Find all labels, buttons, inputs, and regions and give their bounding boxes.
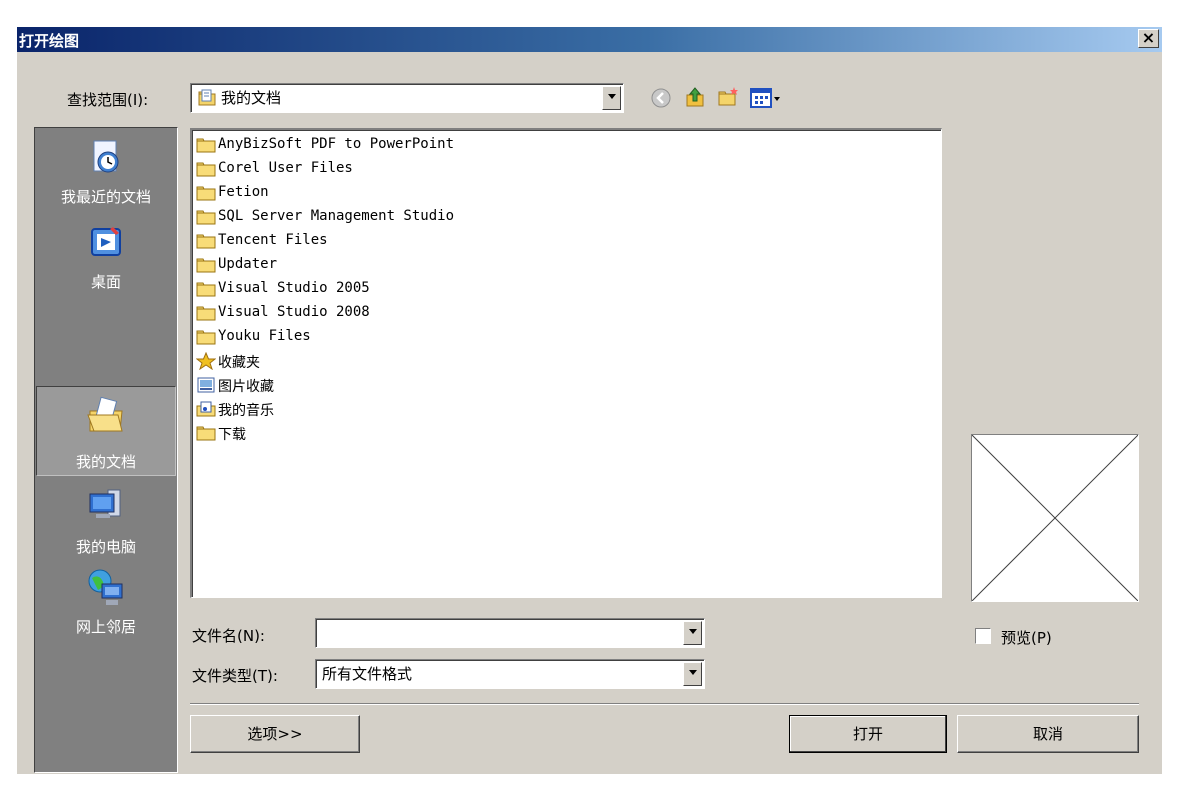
file-name: 收藏夹 — [218, 355, 260, 371]
look-in-label: 查找范围(I): — [67, 91, 149, 109]
file-name: Tencent Files — [218, 232, 328, 248]
back-icon[interactable] — [649, 86, 673, 110]
network-places-icon — [88, 569, 123, 605]
file-type-value: 所有文件格式 — [322, 665, 413, 683]
file-name: Corel User Files — [218, 160, 353, 176]
folder-icon — [196, 282, 216, 297]
folder-icon — [196, 138, 216, 153]
pictures-folder-icon — [197, 377, 215, 393]
file-name-label: 文件名(N): — [192, 627, 265, 645]
music-folder-icon — [196, 401, 216, 417]
file-name: Youku Files — [218, 328, 311, 344]
recent-documents-icon — [93, 140, 119, 173]
open-button[interactable]: 打开 — [789, 715, 947, 753]
chevron-down-icon[interactable] — [683, 621, 702, 645]
open-drawing-dialog: 打开绘图 × 查找范围(I): 我的文档 我最近的文档 桌面 我的文档 我的电脑… — [17, 27, 1162, 774]
up-folder-icon[interactable] — [683, 85, 707, 109]
file-name: SQL Server Management Studio — [218, 208, 455, 224]
file-name: 图片收藏 — [218, 379, 274, 395]
file-name: Visual Studio 2008 — [218, 304, 370, 320]
folder-icon — [196, 330, 216, 345]
place-my-documents[interactable]: 我的文档 — [36, 386, 176, 476]
file-type-label: 文件类型(T): — [192, 667, 278, 685]
preview-pane — [971, 434, 1139, 602]
folder-icon — [196, 426, 216, 441]
my-documents-icon — [87, 396, 123, 432]
place-label: 我最近的文档 — [60, 188, 151, 206]
place-my-computer[interactable]: 我的电脑 — [36, 486, 176, 564]
new-folder-icon[interactable] — [716, 85, 740, 109]
my-documents-small-icon — [198, 89, 216, 106]
chevron-down-icon[interactable] — [683, 662, 702, 686]
folder-icon — [196, 234, 216, 249]
folder-icon — [196, 258, 216, 273]
look-in-dropdown[interactable]: 我的文档 — [190, 83, 624, 113]
folder-icon — [196, 306, 216, 321]
options-button[interactable]: 选项>> — [190, 715, 360, 753]
chevron-down-icon[interactable] — [602, 86, 621, 110]
my-computer-icon — [89, 489, 121, 518]
folder-icon — [196, 162, 216, 177]
preview-label: 预览(P) — [1001, 629, 1052, 647]
place-desktop[interactable]: 桌面 — [36, 217, 176, 295]
file-list[interactable]: AnyBizSoft PDF to PowerPoint Corel User F… — [190, 128, 942, 598]
file-name: Fetion — [218, 184, 269, 200]
look-in-value: 我的文档 — [221, 89, 282, 107]
dialog-title: 打开绘图 — [19, 32, 80, 50]
file-name: Visual Studio 2005 — [218, 280, 370, 296]
folder-icon — [196, 186, 216, 201]
file-type-dropdown[interactable]: 所有文件格式 — [315, 659, 705, 689]
place-label: 桌面 — [90, 273, 121, 291]
desktop-icon — [91, 227, 121, 256]
close-button[interactable]: × — [1138, 29, 1159, 48]
file-name: AnyBizSoft PDF to PowerPoint — [218, 136, 455, 152]
places-bar: 我最近的文档 桌面 我的文档 我的电脑 网上邻居 — [34, 127, 178, 773]
file-name-input[interactable] — [315, 618, 705, 648]
folder-icon — [196, 210, 216, 225]
cancel-button[interactable]: 取消 — [957, 715, 1139, 753]
place-network-places[interactable]: 网上邻居 — [36, 568, 176, 646]
favorites-star-icon — [196, 352, 216, 370]
place-recent-documents[interactable]: 我最近的文档 — [36, 132, 176, 210]
place-label: 网上邻居 — [75, 618, 136, 636]
preview-checkbox[interactable] — [975, 628, 991, 644]
file-name: Updater — [218, 256, 278, 272]
place-label: 我的电脑 — [75, 538, 136, 556]
no-preview-icon — [972, 435, 1138, 601]
views-menu-icon[interactable] — [749, 87, 785, 109]
divider — [190, 703, 1139, 705]
file-name: 下载 — [218, 427, 246, 443]
close-icon: × — [1141, 28, 1156, 47]
title-bar[interactable]: 打开绘图 × — [17, 27, 1162, 52]
file-name: 我的音乐 — [218, 403, 274, 419]
place-label: 我的文档 — [75, 453, 136, 471]
